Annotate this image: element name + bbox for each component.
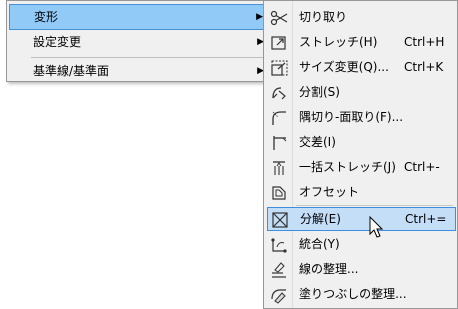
- bulk-stretch-icon: [273, 161, 285, 175]
- menu-item-label: 交差(I): [299, 135, 336, 149]
- menu-item-line-cleanup[interactable]: 線の整理...: [267, 258, 456, 282]
- menu-item-settings-change[interactable]: 設定変更 ▶: [9, 30, 267, 56]
- menu-item-resize[interactable]: サイズ変更(Q)... Ctrl+K: [267, 56, 456, 80]
- menu-item-label: 基準線/基準面: [33, 64, 110, 78]
- submenu-arrow-icon: ▶: [256, 12, 263, 22]
- shortcut-text: Ctrl+K: [404, 60, 444, 74]
- stretch-icon: [271, 36, 286, 50]
- menu-item-label: 隅切り-面取り(F)...: [299, 110, 404, 124]
- split-icon: [272, 87, 286, 100]
- menu-separator: [31, 57, 267, 58]
- menu-item-label: 塗りつぶしの整理...: [299, 287, 407, 301]
- parent-menu: 変形 ▶ 設定変更 ▶ 基準線/基準面 ▶: [6, 0, 270, 82]
- menu-item-label: 変形: [34, 10, 59, 24]
- menu-item-label: 分割(S): [299, 85, 340, 99]
- menu-item-label: 切り取り: [299, 10, 348, 24]
- menu-item-label: 統合(Y): [299, 237, 340, 251]
- resize-icon: [271, 60, 288, 76]
- menu-item-label: サイズ変更(Q)...: [299, 60, 389, 74]
- fill-cleanup-icon: [271, 289, 286, 304]
- menu-item-transform[interactable]: 変形 ▶: [9, 4, 267, 30]
- transform-submenu: 切り取り ストレッチ(H) Ctrl+H サイズ変更(Q)... Ctrl+K …: [263, 0, 458, 309]
- menu-item-stretch[interactable]: ストレッチ(H) Ctrl+H: [267, 31, 456, 55]
- menu-item-fillet-chamfer[interactable]: 隅切り-面取り(F)...: [267, 106, 456, 130]
- menu-item-bulk-stretch[interactable]: 一括ストレッチ(J) Ctrl+-: [267, 156, 456, 180]
- menu-item-label: 設定変更: [33, 35, 82, 49]
- shortcut-text: Ctrl+H: [404, 35, 445, 49]
- menu-item-explode[interactable]: 分解(E) Ctrl+=: [267, 207, 456, 231]
- menu-item-reference-line-plane[interactable]: 基準線/基準面 ▶: [9, 59, 267, 85]
- shortcut-text: Ctrl+=: [405, 212, 447, 226]
- merge-icon: [271, 238, 287, 253]
- menu-item-label: ストレッチ(H): [299, 35, 378, 49]
- menu-item-fill-cleanup[interactable]: 塗りつぶしの整理...: [267, 283, 456, 307]
- menu-separator: [296, 205, 453, 206]
- menu-item-label: オフセット: [299, 185, 360, 199]
- menu-item-cut[interactable]: 切り取り: [267, 6, 456, 30]
- fillet-icon: [272, 111, 286, 125]
- menu-item-split[interactable]: 分割(S): [267, 81, 456, 105]
- shortcut-text: Ctrl+-: [404, 160, 440, 174]
- scissors-icon: [270, 10, 288, 26]
- mouse-cursor-icon: [369, 216, 384, 238]
- offset-icon: [272, 186, 286, 200]
- menu-item-label: 分解(E): [300, 212, 341, 226]
- menu-item-label: 一括ストレッチ(J): [299, 160, 396, 174]
- menu-item-offset[interactable]: オフセット: [267, 181, 456, 205]
- intersect-icon: [273, 136, 287, 150]
- menu-item-merge[interactable]: 統合(Y): [267, 233, 456, 257]
- explode-icon: [272, 212, 288, 228]
- menu-item-intersect[interactable]: 交差(I): [267, 131, 456, 155]
- line-cleanup-icon: [272, 262, 286, 278]
- menu-item-label: 線の整理...: [299, 262, 359, 276]
